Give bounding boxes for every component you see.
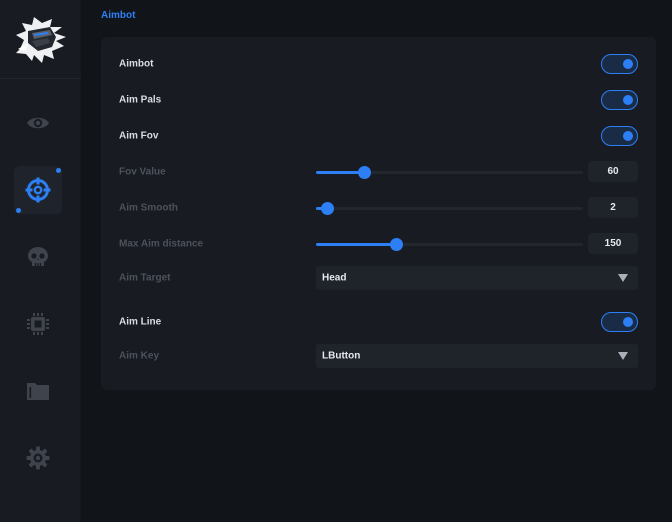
nav-settings[interactable] — [14, 434, 62, 482]
chevron-down-icon — [618, 352, 628, 360]
chevron-down-icon — [618, 274, 628, 282]
setting-aim-fov: Aim Fov — [119, 124, 638, 148]
aim-line-label: Aim Line — [119, 316, 162, 328]
logo — [0, 0, 81, 79]
toggle-knob — [623, 317, 633, 327]
setting-aim-target: Aim Target Head — [119, 266, 638, 290]
toggle-knob — [623, 95, 633, 105]
chip-icon — [27, 313, 49, 335]
aim-pals-toggle[interactable] — [601, 90, 638, 110]
active-indicator-dot — [56, 168, 61, 173]
nav-configs[interactable] — [14, 367, 62, 415]
aim-pals-label: Aim Pals — [119, 94, 162, 106]
aim-smooth-label: Aim Smooth — [119, 202, 178, 214]
active-indicator-dot — [16, 208, 21, 213]
slider-thumb[interactable] — [390, 238, 404, 251]
main-content: Aimbot Aimbot Aim Pals Aim Fov Fov Value — [81, 0, 672, 522]
knight-helmet-logo — [15, 17, 66, 63]
aim-key-dropdown[interactable]: LButton — [316, 344, 638, 368]
aim-fov-toggle[interactable] — [601, 126, 638, 146]
setting-aim-smooth: Aim Smooth 2 — [119, 196, 638, 220]
section-title: Aimbot — [101, 10, 136, 21]
aim-line-toggle[interactable] — [601, 312, 638, 332]
fov-value-slider[interactable] — [316, 166, 583, 179]
setting-aim-pals: Aim Pals — [119, 88, 638, 112]
max-aim-distance-input[interactable]: 150 — [588, 233, 638, 254]
slider-thumb[interactable] — [358, 166, 372, 179]
slider-fill — [316, 243, 397, 246]
nav-aimbot[interactable] — [14, 166, 62, 214]
sidebar — [0, 0, 81, 522]
aim-smooth-slider[interactable] — [316, 202, 583, 215]
aim-target-label: Aim Target — [119, 272, 171, 284]
aimbot-label: Aimbot — [119, 58, 154, 70]
nav-visuals[interactable] — [14, 99, 62, 147]
eye-icon — [27, 117, 49, 129]
max-aim-distance-slider[interactable] — [316, 238, 583, 251]
setting-aim-line: Aim Line — [119, 310, 638, 334]
aim-target-dropdown[interactable]: Head — [316, 266, 638, 290]
setting-fov-value: Fov Value 60 — [119, 160, 638, 184]
setting-aim-key: Aim Key LButton — [119, 344, 638, 368]
crosshair-icon — [25, 177, 51, 203]
nav-misc[interactable] — [14, 300, 62, 348]
slider-fill — [316, 171, 365, 174]
fov-value-label: Fov Value — [119, 166, 166, 178]
aim-key-selected: LButton — [322, 350, 361, 362]
app-window: Aimbot Aimbot Aim Pals Aim Fov Fov Value — [0, 0, 672, 522]
skull-icon — [28, 247, 48, 266]
fov-value-input[interactable]: 60 — [588, 161, 638, 182]
toggle-knob — [623, 131, 633, 141]
setting-max-aim-distance: Max Aim distance 150 — [119, 232, 638, 256]
aim-smooth-input[interactable]: 2 — [588, 197, 638, 218]
gear-icon — [26, 446, 50, 470]
aim-key-label: Aim Key — [119, 350, 160, 362]
folder-icon — [27, 383, 49, 400]
slider-thumb[interactable] — [320, 202, 334, 215]
nav-esp[interactable] — [14, 233, 62, 281]
aimbot-toggle[interactable] — [601, 54, 638, 74]
max-aim-distance-label: Max Aim distance — [119, 238, 204, 250]
aim-fov-label: Aim Fov — [119, 130, 159, 142]
aim-target-selected: Head — [322, 272, 347, 284]
setting-aimbot: Aimbot — [119, 52, 638, 76]
toggle-knob — [623, 59, 633, 69]
aimbot-settings-panel: Aimbot Aim Pals Aim Fov Fov Value 60 Aim… — [101, 37, 656, 390]
